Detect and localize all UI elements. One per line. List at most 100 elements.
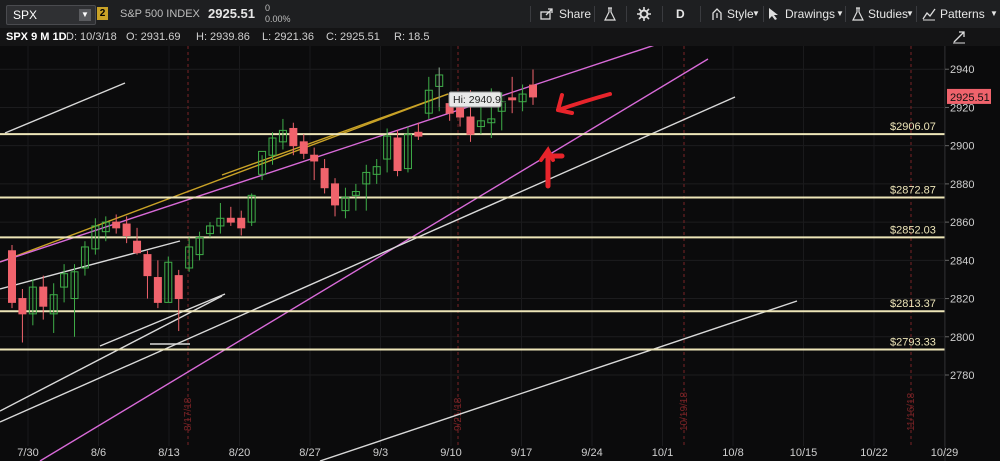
date-tick-label: 8/27 bbox=[299, 447, 320, 459]
link-badge[interactable]: 2 bbox=[97, 7, 108, 20]
style-button[interactable]: Style ▼ bbox=[708, 0, 760, 28]
change-percent: 0.00% bbox=[265, 14, 291, 24]
price-tick-label: 2820 bbox=[950, 294, 974, 306]
date-tick-label: 9/24 bbox=[581, 447, 602, 459]
down-candle bbox=[122, 223, 131, 236]
change-value: 0 bbox=[265, 3, 271, 13]
down-candle bbox=[393, 137, 402, 172]
date-tick-label: 9/17 bbox=[511, 447, 532, 459]
flask-icon bbox=[852, 7, 864, 21]
expiration-marker-label: 8/17/18 bbox=[183, 397, 194, 431]
down-candle bbox=[39, 286, 48, 307]
date-tick-label: 7/30 bbox=[17, 447, 38, 459]
date-tick-label: 8/6 bbox=[91, 447, 106, 459]
info-range: R: 18.5 bbox=[394, 31, 430, 43]
toolbar: SPX ▼ 2 S&P 500 INDEX 2925.51 0 0.00% Sh… bbox=[0, 0, 1000, 29]
flask-icon bbox=[604, 7, 616, 21]
down-candle bbox=[153, 277, 162, 303]
pattern-icon bbox=[922, 8, 936, 21]
price-tick-label: 2800 bbox=[950, 332, 974, 344]
down-candle bbox=[414, 131, 423, 137]
down-candle bbox=[8, 250, 16, 303]
chevron-down-icon: ▼ bbox=[906, 9, 914, 18]
toolbar-separator bbox=[916, 6, 917, 22]
chart-title: SPX 9 M 1D bbox=[6, 31, 67, 43]
settings-button[interactable] bbox=[634, 0, 654, 28]
down-candle bbox=[133, 240, 142, 254]
chevron-down-icon: ▼ bbox=[836, 9, 844, 18]
down-candle bbox=[529, 84, 537, 98]
gear-icon bbox=[637, 7, 651, 21]
info-low: L: 2921.36 bbox=[262, 31, 314, 43]
price-level-label: $2793.33 bbox=[890, 337, 936, 349]
last-price: 2925.51 bbox=[208, 6, 255, 21]
down-candle bbox=[18, 298, 27, 315]
info-bar: SPX 9 M 1D D: 10/3/18 O: 2931.69 H: 2939… bbox=[0, 28, 1000, 46]
info-date: D: 10/3/18 bbox=[66, 31, 117, 43]
info-open: O: 2931.69 bbox=[126, 31, 181, 43]
price-level-label: $2852.03 bbox=[890, 224, 936, 236]
info-close: C: 2925.51 bbox=[326, 31, 380, 43]
patterns-label: Patterns bbox=[940, 7, 985, 21]
down-candle bbox=[143, 254, 152, 277]
down-candle bbox=[456, 106, 465, 118]
current-price-label: 2925.51 bbox=[950, 92, 990, 104]
price-tick-label: 2860 bbox=[950, 217, 974, 229]
patterns-button[interactable]: Patterns ▼ bbox=[920, 0, 1000, 28]
down-candle bbox=[310, 154, 319, 162]
price-chart[interactable]: 8/17/189/21/1810/19/1811/16/18 $2906.07$… bbox=[0, 46, 1000, 461]
date-tick-label: 10/1 bbox=[652, 447, 673, 459]
price-level-label: $2906.07 bbox=[890, 121, 936, 133]
symbol-name: S&P 500 INDEX bbox=[120, 8, 200, 20]
period-selector[interactable]: D bbox=[676, 0, 685, 28]
price-tick-label: 2920 bbox=[950, 102, 974, 114]
price-level-label: $2872.87 bbox=[890, 185, 936, 197]
date-tick-label: 10/8 bbox=[722, 447, 743, 459]
toolbar-separator bbox=[763, 6, 764, 22]
down-candle bbox=[508, 97, 517, 101]
toolbar-separator bbox=[626, 6, 627, 22]
chevron-down-icon: ▼ bbox=[990, 9, 998, 18]
chevron-down-icon: ▼ bbox=[752, 9, 760, 18]
drawings-button[interactable]: Drawings ▼ bbox=[768, 0, 846, 28]
down-candle bbox=[237, 217, 246, 229]
price-tick-label: 2880 bbox=[950, 179, 974, 191]
style-icon bbox=[712, 8, 722, 20]
expiration-marker-label: 11/16/18 bbox=[906, 392, 917, 431]
down-candle bbox=[289, 127, 298, 147]
date-tick-label: 10/15 bbox=[790, 447, 818, 459]
studies-button[interactable]: Studies ▼ bbox=[850, 0, 914, 28]
share-label: Share bbox=[559, 7, 592, 21]
cursor-icon bbox=[769, 8, 778, 20]
expiration-marker-label: 10/19/18 bbox=[679, 392, 690, 431]
toolbar-separator bbox=[700, 6, 701, 22]
price-tick-label: 2900 bbox=[950, 141, 974, 153]
info-high: H: 2939.86 bbox=[196, 31, 250, 43]
date-tick-label: 9/3 bbox=[373, 447, 388, 459]
studies-label: Studies bbox=[868, 7, 909, 21]
down-candle bbox=[466, 116, 475, 135]
symbol-text: SPX bbox=[13, 8, 38, 22]
high-label: Hi: 2940.91 bbox=[453, 94, 507, 106]
date-tick-label: 8/13 bbox=[158, 447, 179, 459]
studies-flask-button[interactable] bbox=[600, 0, 622, 28]
price-tick-label: 2940 bbox=[950, 64, 974, 76]
down-candle bbox=[320, 168, 329, 189]
expand-icon[interactable] bbox=[952, 30, 966, 44]
share-icon bbox=[540, 8, 553, 20]
date-tick-label: 10/22 bbox=[860, 447, 888, 459]
price-tick-label: 2780 bbox=[950, 370, 974, 382]
down-candle bbox=[299, 141, 308, 154]
price-level-label: $2813.37 bbox=[890, 298, 936, 310]
price-tick-label: 2840 bbox=[950, 255, 974, 267]
date-tick-label: 10/29 bbox=[931, 447, 959, 459]
down-candle bbox=[112, 221, 121, 229]
style-label: Style bbox=[727, 7, 754, 21]
share-button[interactable]: Share bbox=[538, 0, 592, 28]
toolbar-separator bbox=[594, 6, 595, 22]
toolbar-separator bbox=[530, 6, 531, 22]
drawings-label: Drawings bbox=[785, 7, 836, 21]
symbol-input[interactable]: SPX ▼ bbox=[6, 5, 96, 25]
date-tick-label: 9/10 bbox=[440, 447, 461, 459]
symbol-dropdown-icon[interactable]: ▼ bbox=[79, 9, 91, 21]
